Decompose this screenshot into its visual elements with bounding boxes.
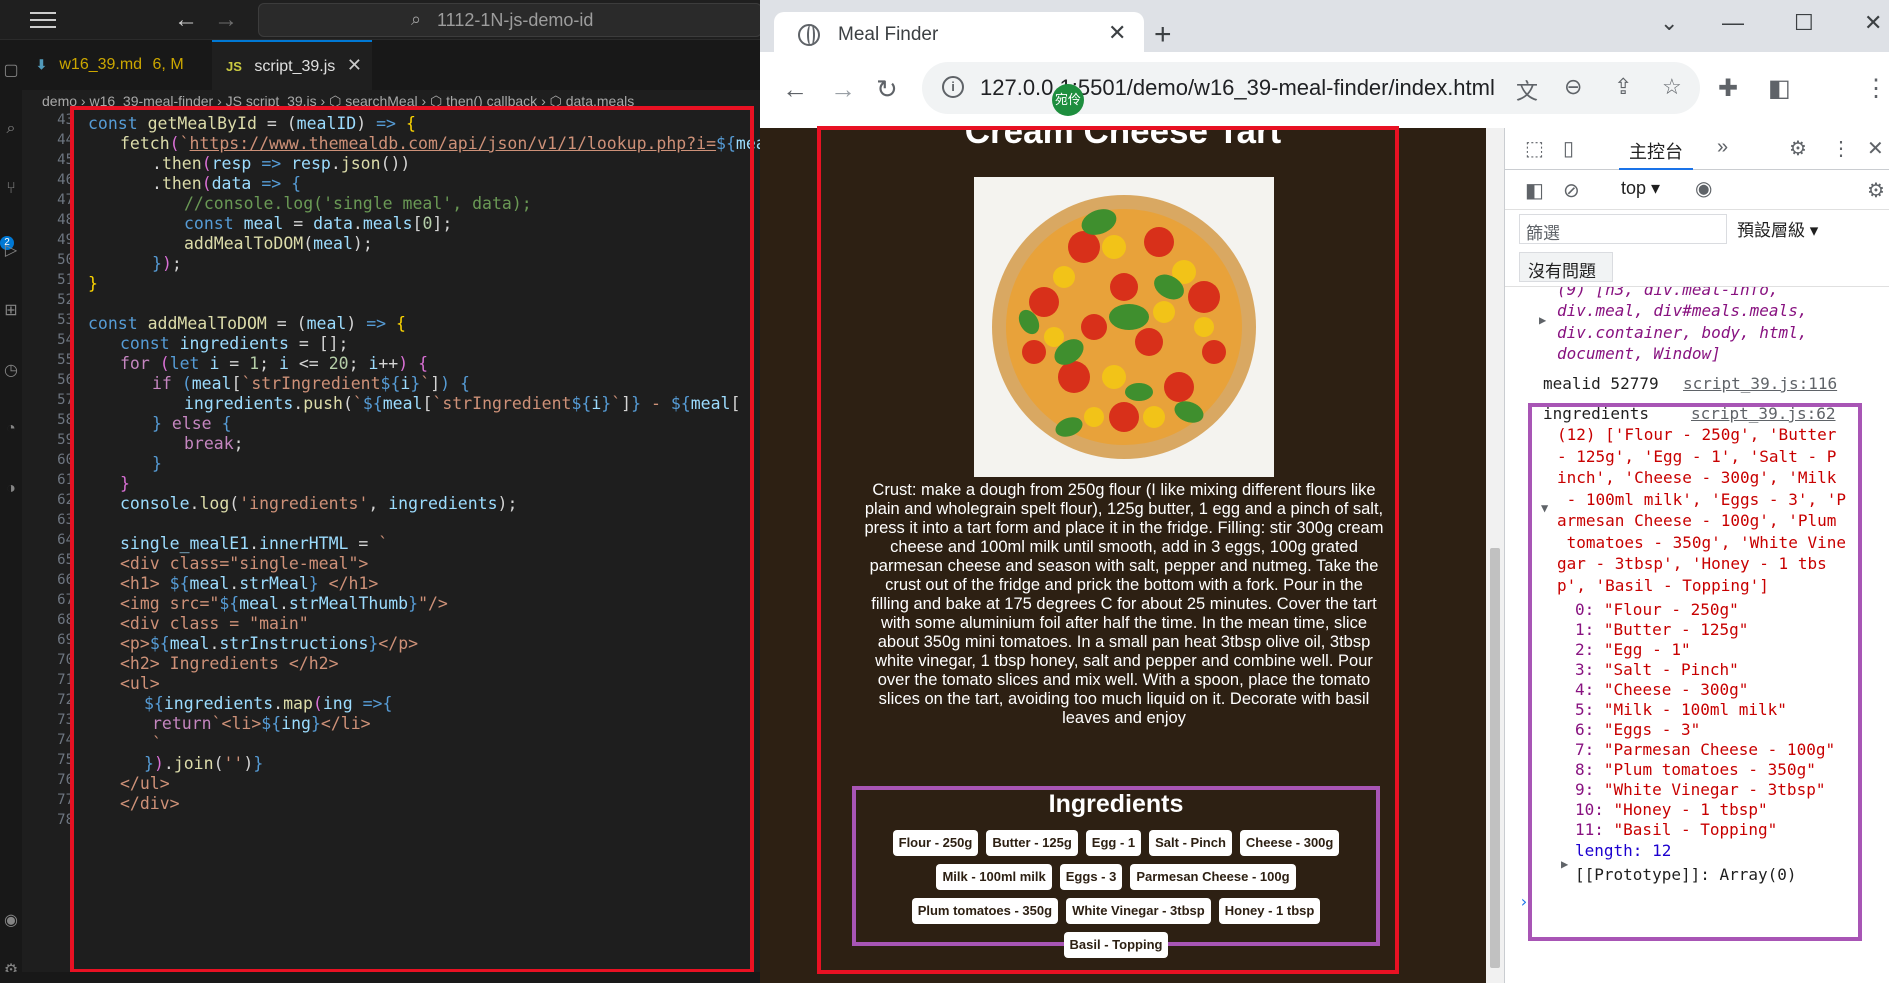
issues-button[interactable]: 沒有問題: [1519, 252, 1613, 282]
highlight-box-code: [70, 106, 754, 973]
context-value: top: [1621, 178, 1647, 198]
highlight-box-console: [1528, 403, 1862, 941]
command-center-search[interactable]: ⌕ 1112-1N-js-demo-id: [258, 3, 762, 37]
javascript-icon: JS: [226, 59, 242, 74]
status-bar: [0, 972, 760, 983]
tab-title: Meal Finder: [838, 24, 939, 45]
tab-label: script_39.js: [254, 58, 336, 75]
filter-input[interactable]: 篩選: [1519, 214, 1727, 244]
log-levels-label: 預設層級: [1737, 221, 1805, 240]
back-arrow-icon[interactable]: ←: [782, 74, 808, 105]
new-tab-button[interactable]: +: [1154, 20, 1172, 50]
hamburger-menu-icon[interactable]: [28, 8, 58, 32]
reload-icon[interactable]: ↻: [876, 74, 898, 105]
tab-status: 6, M: [152, 56, 184, 73]
devtools-tabbar: ⬚ ▯ 主控台 » ⚙ ⋮ ✕: [1505, 128, 1889, 170]
highlight-box-page: [817, 126, 1399, 974]
console-line: div.meal, div#meals.meals,: [1557, 301, 1808, 320]
expand-triangle-icon[interactable]: ▶: [1539, 313, 1546, 327]
vscode-window: ← → ⌕ 1112-1N-js-demo-id ▢ ⌕ ⑂ 2 ▷ ⊞ ◷ ◔…: [0, 0, 762, 983]
extensions-icon[interactable]: ✚: [1718, 74, 1738, 103]
bookmark-star-icon[interactable]: ☆: [1662, 74, 1682, 100]
sidebar-toggle-icon[interactable]: ◧: [1525, 178, 1544, 203]
more-menu-icon[interactable]: ⋮: [1864, 74, 1888, 103]
share-icon[interactable]: ⇪: [1614, 74, 1632, 100]
close-icon[interactable]: ✕: [347, 55, 362, 76]
info-icon[interactable]: i: [942, 76, 964, 98]
translate-icon[interactable]: 文: [1516, 74, 1538, 106]
page-scrollbar[interactable]: [1486, 128, 1504, 983]
tab-strip: Meal Finder ✕ + ⌄ — ☐ ✕: [760, 0, 1889, 56]
scroll-thumb[interactable]: [1490, 548, 1500, 968]
explorer-icon[interactable]: ▢: [0, 60, 22, 82]
run-debug-icon[interactable]: ▷: [0, 240, 22, 262]
chevron-down-icon[interactable]: ⌄: [1660, 10, 1678, 36]
close-window-icon[interactable]: ✕: [1864, 10, 1882, 36]
log-levels-dropdown[interactable]: 預設層級 ▾: [1737, 216, 1818, 241]
forward-arrow-icon[interactable]: →: [214, 6, 238, 34]
tab-w16-39-md[interactable]: ⬇ w16_39.md 6, M: [22, 40, 212, 90]
console-line: (9) [h3, div.meal-info,: [1557, 286, 1779, 299]
context-selector[interactable]: top ▾: [1621, 178, 1660, 199]
line-number-gutter: 43 44 45 46 47 48 49 50 51 52 53 54 55 56 57 58 59 60 61 62…: [30, 112, 74, 972]
extensions-icon[interactable]: ⊞: [0, 300, 22, 322]
vscode-titlebar: ← → ⌕ 1112-1N-js-demo-id: [0, 0, 762, 40]
testing-icon[interactable]: ◔: [0, 420, 22, 442]
accounts-icon[interactable]: ◉: [0, 910, 22, 932]
console-line: div.container, body, html,: [1557, 323, 1808, 342]
minimize-icon[interactable]: —: [1722, 10, 1744, 36]
more-tabs-icon[interactable]: »: [1717, 136, 1728, 159]
settings-gear-icon[interactable]: ⚙: [1789, 136, 1807, 161]
close-icon[interactable]: ✕: [1867, 136, 1884, 161]
side-panel-icon[interactable]: ◧: [1768, 74, 1791, 103]
tab-console[interactable]: 主控台: [1619, 138, 1693, 170]
editor-tabs: ⬇ w16_39.md 6, M JS script_39.js ✕: [22, 40, 760, 90]
clear-console-icon[interactable]: ⊘: [1563, 178, 1580, 203]
more-menu-icon[interactable]: ⋮: [1831, 136, 1851, 161]
tab-label: w16_39.md: [59, 56, 143, 73]
device-toolbar-icon[interactable]: ▯: [1563, 136, 1574, 161]
source-link[interactable]: script_39.js:116: [1683, 373, 1837, 395]
maximize-icon[interactable]: ☐: [1794, 10, 1814, 36]
activity-bar: ▢ ⌕ ⑂ 2 ▷ ⊞ ◷ ◔ ◑ ◉ ⚙: [0, 40, 22, 983]
inspect-element-icon[interactable]: ⬚: [1525, 136, 1544, 161]
close-icon[interactable]: ✕: [1108, 20, 1126, 46]
console-settings-icon[interactable]: ⚙: [1867, 178, 1885, 203]
zoom-icon[interactable]: ⊖: [1564, 74, 1582, 100]
markdown-icon: ⬇: [36, 57, 47, 72]
avatar[interactable]: 宛伶: [1052, 84, 1084, 116]
address-bar[interactable]: i 127.0.0.1:5501/demo/w16_39-meal-finder…: [922, 62, 1700, 114]
browser-tab[interactable]: Meal Finder ✕: [774, 12, 1144, 56]
search-icon[interactable]: ⌕: [0, 120, 22, 142]
console-toolbar: ◧ ⊘ top ▾ ◉ ⚙: [1505, 170, 1889, 210]
eye-icon[interactable]: ◉: [1695, 176, 1712, 201]
source-control-icon[interactable]: ⑂: [0, 180, 22, 202]
browser-toolbar: ← → ↻ i 127.0.0.1:5501/demo/w16_39-meal-…: [760, 52, 1889, 128]
globe-icon: [798, 24, 820, 46]
console-log-mealid: mealid 52779: [1543, 374, 1659, 393]
back-arrow-icon[interactable]: ←: [174, 6, 198, 34]
live-share-icon[interactable]: ◑: [0, 480, 22, 502]
search-icon: ⌕: [411, 9, 422, 29]
remote-icon[interactable]: ◷: [0, 360, 22, 382]
console-line: document, Window]: [1557, 344, 1721, 363]
tab-script-39-js[interactable]: JS script_39.js ✕: [212, 40, 372, 90]
forward-arrow-icon[interactable]: →: [830, 74, 856, 105]
command-center-text: 1112-1N-js-demo-id: [437, 10, 594, 30]
